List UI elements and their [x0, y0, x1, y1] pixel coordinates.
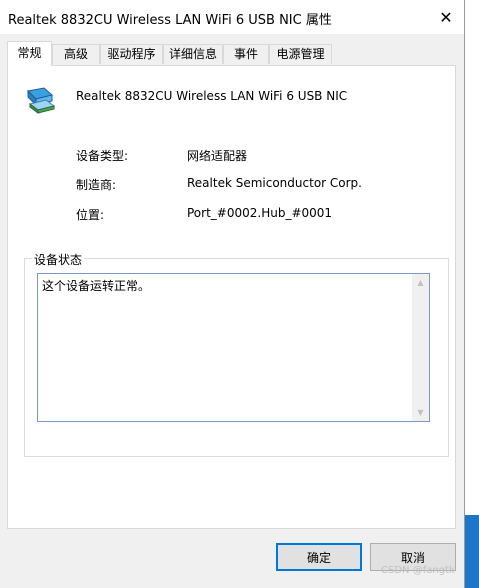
tab-details[interactable]: 详细信息	[163, 44, 223, 64]
manufacturer-value: Realtek Semiconductor Corp.	[187, 176, 362, 190]
device-status-group: 设备状态 这个设备运转正常。 ▲ ▼	[24, 251, 449, 457]
device-status-title: 设备状态	[32, 251, 85, 268]
tab-general[interactable]: 常规	[7, 41, 52, 66]
network-adapter-icon	[26, 87, 56, 114]
location-label: 位置:	[76, 208, 105, 222]
title-bar[interactable]: Realtek 8832CU Wireless LAN WiFi 6 USB N…	[0, 0, 464, 34]
tab-advanced[interactable]: 高级	[52, 44, 100, 64]
background-accent	[465, 515, 479, 588]
close-icon[interactable]: ✕	[428, 0, 464, 34]
scroll-up-icon[interactable]: ▲	[412, 274, 429, 291]
ok-button[interactable]: 确定	[276, 543, 362, 571]
background-window-edge	[465, 0, 479, 588]
device-name: Realtek 8832CU Wireless LAN WiFi 6 USB N…	[76, 89, 348, 103]
watermark: CSDN @fangtk	[381, 565, 455, 576]
tab-events[interactable]: 事件	[223, 44, 269, 64]
general-tab-panel: Realtek 8832CU Wireless LAN WiFi 6 USB N…	[7, 65, 456, 529]
tab-driver[interactable]: 驱动程序	[100, 44, 163, 64]
window-title: Realtek 8832CU Wireless LAN WiFi 6 USB N…	[8, 13, 332, 28]
manufacturer-label: 制造商:	[76, 178, 117, 192]
device-status-textbox[interactable]: 这个设备运转正常。 ▲ ▼	[37, 273, 430, 422]
status-scrollbar[interactable]: ▲ ▼	[412, 274, 429, 421]
properties-dialog: Realtek 8832CU Wireless LAN WiFi 6 USB N…	[0, 0, 465, 588]
scroll-down-icon[interactable]: ▼	[412, 404, 429, 421]
tab-power-management[interactable]: 电源管理	[269, 44, 332, 64]
device-status-text: 这个设备运转正常。	[42, 279, 151, 293]
location-value: Port_#0002.Hub_#0001	[187, 206, 333, 220]
device-type-value: 网络适配器	[187, 149, 248, 163]
device-type-label: 设备类型:	[76, 149, 129, 163]
